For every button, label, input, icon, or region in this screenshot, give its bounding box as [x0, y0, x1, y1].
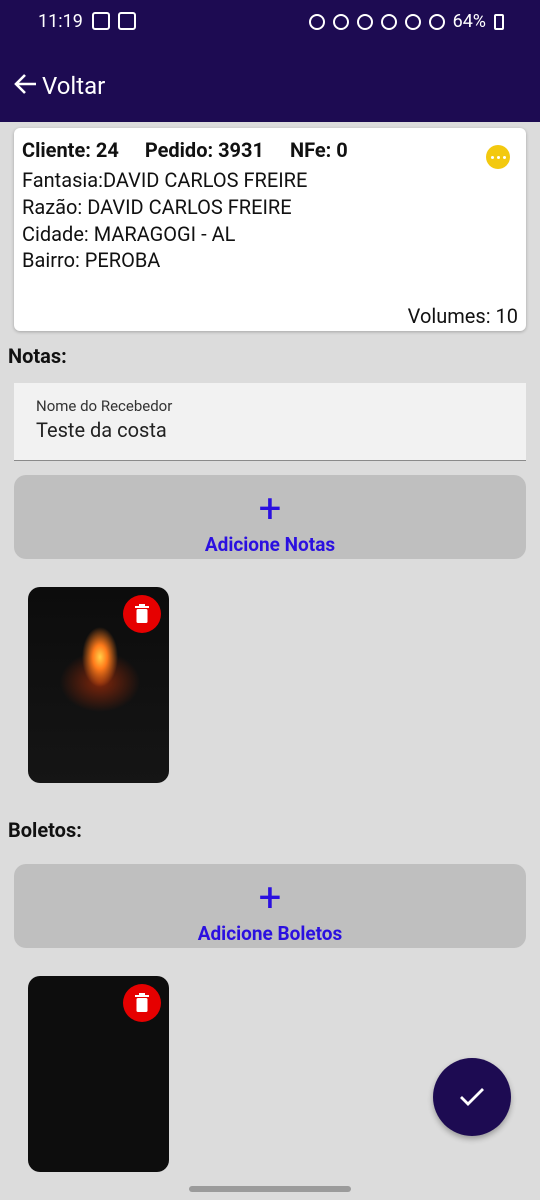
- add-notas-button[interactable]: + Adicione Notas: [14, 475, 526, 559]
- status-bar: 11:19 64%: [0, 0, 540, 44]
- gesture-nav-handle[interactable]: [189, 1186, 351, 1192]
- cidade-text: Cidade: MARAGOGI - AL: [22, 222, 236, 246]
- back-label: Voltar: [42, 72, 106, 100]
- trash-icon: [135, 993, 149, 1012]
- add-boletos-label: Adicione Boletos: [197, 922, 343, 945]
- recebedor-field-value: Teste da costa: [36, 418, 167, 442]
- battery-percentage: 64%: [452, 11, 486, 32]
- arrow-left-icon: [14, 73, 38, 99]
- volumes-text: Volumes: 10: [407, 304, 518, 328]
- more-options-icon[interactable]: [486, 145, 510, 169]
- delete-nota-button[interactable]: [123, 595, 161, 633]
- fantasia-text: Fantasia:DAVID CARLOS FREIRE: [22, 168, 308, 192]
- add-boletos-button[interactable]: + Adicione Boletos: [14, 864, 526, 948]
- back-button[interactable]: Voltar: [14, 72, 105, 100]
- recebedor-name-field[interactable]: Nome do Recebedor Teste da costa: [14, 383, 526, 461]
- plus-icon: +: [258, 874, 282, 921]
- lte-icon: [404, 13, 421, 30]
- pedido-label: Pedido: 3931: [144, 138, 264, 162]
- wifi-icon: [380, 13, 397, 30]
- recebedor-field-label: Nome do Recebedor: [36, 397, 173, 415]
- notification-icon: [118, 12, 136, 30]
- alarm-icon: [332, 13, 349, 30]
- delete-boleto-button[interactable]: [123, 984, 161, 1022]
- trash-icon: [135, 604, 149, 623]
- plus-icon: +: [258, 485, 282, 532]
- sync-icon: [308, 13, 325, 30]
- razao-text: Razão: DAVID CARLOS FREIRE: [22, 195, 292, 219]
- gallery-icon: [92, 12, 110, 30]
- app-bar: Voltar: [0, 44, 540, 122]
- battery-icon: [494, 13, 504, 30]
- nota-thumbnail[interactable]: [28, 587, 169, 783]
- status-time: 11:19: [38, 11, 83, 32]
- confirm-fab[interactable]: [433, 1058, 511, 1136]
- nfe-label: NFe: 0: [289, 138, 348, 162]
- cliente-label: Cliente: 24: [22, 138, 119, 162]
- mute-icon: [356, 13, 373, 30]
- check-icon: [460, 1088, 484, 1106]
- signal-icon: [428, 13, 445, 30]
- add-notas-label: Adicione Notas: [204, 533, 336, 556]
- status-right-icons: 64%: [308, 11, 504, 32]
- order-header-row: Cliente: 24 Pedido: 3931 NFe: 0: [22, 138, 348, 162]
- notas-section-label: Notas:: [8, 344, 67, 368]
- order-info-card: Cliente: 24 Pedido: 3931 NFe: 0 Fantasia…: [14, 128, 526, 331]
- status-left-icons: [92, 12, 136, 30]
- bairro-text: Bairro: PEROBA: [22, 248, 161, 272]
- boletos-section-label: Boletos:: [8, 818, 82, 842]
- boleto-thumbnail[interactable]: [28, 976, 169, 1172]
